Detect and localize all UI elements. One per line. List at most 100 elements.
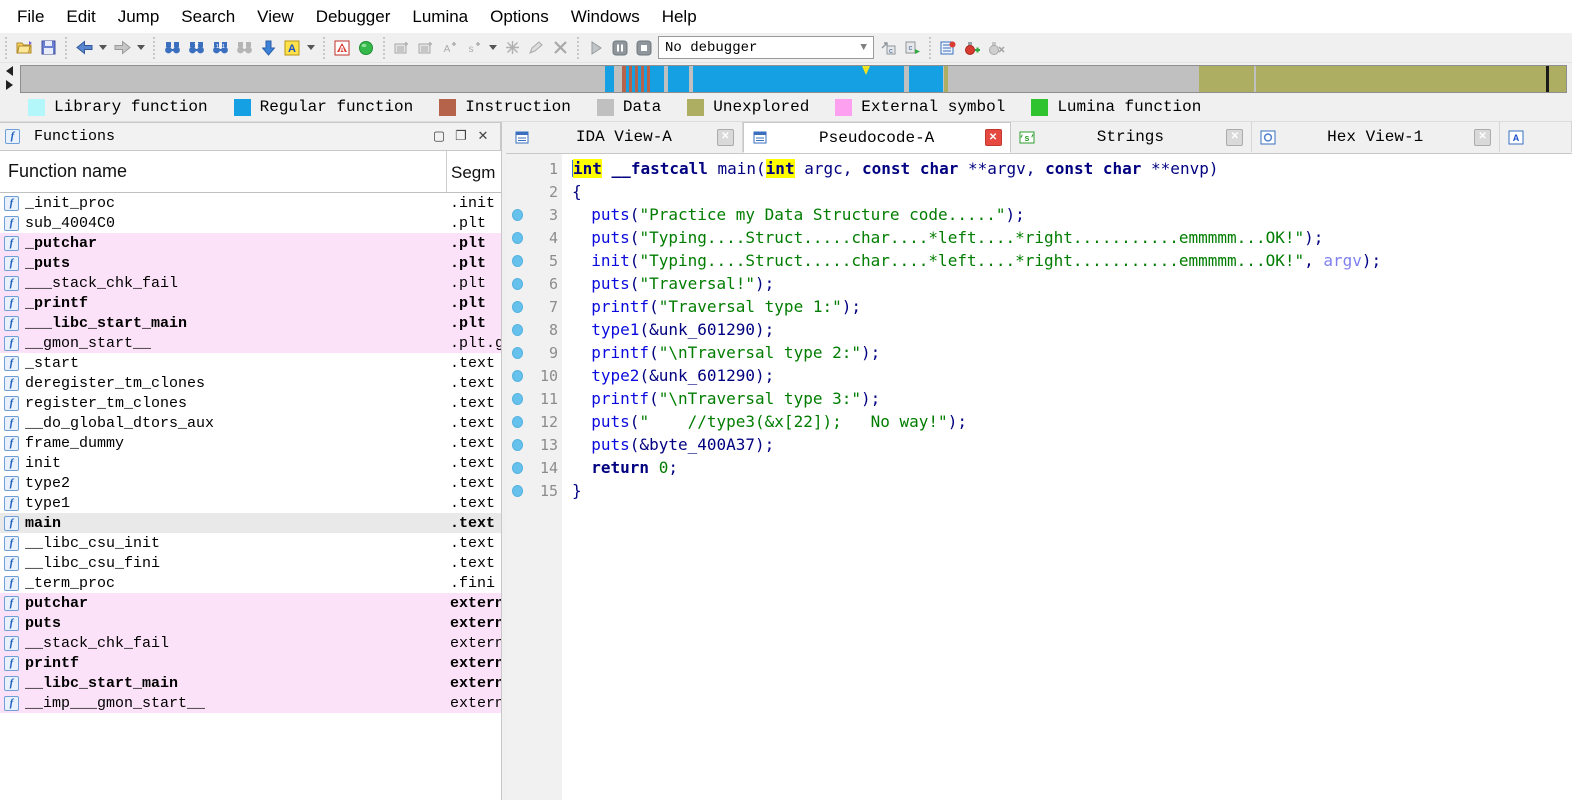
band-scroll-left-icon[interactable] [6,66,13,76]
close-icon[interactable]: ✕ [717,129,734,146]
band-scroll-right-icon[interactable] [6,80,13,90]
breakpoint-dot-icon[interactable] [512,209,523,221]
toolbar-drag-handle[interactable] [63,37,69,59]
breakpoint-dot-icon[interactable] [512,324,523,336]
menu-item-help[interactable]: Help [651,3,708,31]
band-scroll-arrows[interactable] [6,66,18,90]
make-name-button[interactable]: A [439,37,461,59]
close-icon[interactable]: ✕ [1226,129,1243,146]
menu-item-search[interactable]: Search [170,3,246,31]
maximize-button[interactable]: ▢ [428,127,450,147]
navigate-back-button[interactable] [73,37,95,59]
breakpoint-list-button[interactable] [937,37,959,59]
function-row[interactable]: f_puts.plt [0,253,501,273]
make-array-button[interactable] [501,37,523,59]
search-value-button[interactable]: 101 [209,37,231,59]
save-file-button[interactable] [37,37,59,59]
function-row[interactable]: f__gmon_start__.plt.g [0,333,501,353]
function-row[interactable]: fputsextern [0,613,501,633]
function-row[interactable]: ftype1.text [0,493,501,513]
function-row[interactable]: f__imp___gmon_start__extern [0,693,501,713]
function-row[interactable]: f_putchar.plt [0,233,501,253]
breakpoint-margin[interactable] [506,485,528,497]
function-row[interactable]: f_init_proc.init [0,193,501,213]
toolbar-drag-handle[interactable] [151,37,157,59]
search-again-button[interactable] [233,37,255,59]
jump-address-button[interactable] [257,37,279,59]
breakpoint-margin[interactable] [506,255,528,267]
close-icon[interactable]: ✕ [985,129,1002,146]
forward-history-dropdown[interactable] [137,45,145,50]
breakpoint-dot-icon[interactable] [512,485,523,497]
breakpoint-margin[interactable] [506,439,528,451]
breakpoint-margin[interactable] [506,209,528,221]
tab-hex-view-1[interactable]: Hex View-1✕ [1252,122,1500,152]
breakpoint-margin[interactable] [506,278,528,290]
menu-item-edit[interactable]: Edit [55,3,106,31]
breakpoint-margin[interactable] [506,347,528,359]
function-row[interactable]: f___stack_chk_fail.plt [0,273,501,293]
function-row[interactable]: finit.text [0,453,501,473]
make-struct-button[interactable]: s [463,37,485,59]
breakpoint-dot-icon[interactable] [512,370,523,382]
function-row[interactable]: f___libc_start_main.plt [0,313,501,333]
make-code-button[interactable] [391,37,413,59]
column-header-segment[interactable]: Segm [451,163,495,183]
function-row[interactable]: fderegister_tm_clones.text [0,373,501,393]
column-header-function-name[interactable]: Function name [8,161,127,182]
breakpoint-dot-icon[interactable] [512,347,523,359]
tab-ida-view-a[interactable]: IDA View-A✕ [506,122,743,152]
breakpoint-margin[interactable] [506,370,528,382]
toolbar-drag-handle[interactable] [927,37,933,59]
breakpoint-dot-icon[interactable] [512,393,523,405]
debugger-select[interactable]: No debugger ▼ [658,36,874,59]
navigate-forward-button[interactable] [111,37,133,59]
debugger-pause-button[interactable] [609,37,631,59]
breakpoint-dot-icon[interactable] [512,301,523,313]
function-row[interactable]: f__libc_csu_fini.text [0,553,501,573]
debugger-start-button[interactable] [585,37,607,59]
debugger-stop-button[interactable] [633,37,655,59]
function-row[interactable]: fsub_4004C0.plt [0,213,501,233]
function-row[interactable]: f__do_global_dtors_aux.text [0,413,501,433]
tab-pseudocode-a[interactable]: Pseudocode-A✕ [743,122,1011,153]
undefine-button[interactable] [549,37,571,59]
function-row[interactable]: fframe_dummy.text [0,433,501,453]
names-window-button[interactable]: A [281,37,303,59]
toolbar-drag-handle[interactable] [3,37,9,59]
breakpoint-dot-icon[interactable] [512,278,523,290]
menu-item-file[interactable]: File [6,3,55,31]
breakpoint-margin[interactable] [506,301,528,313]
breakpoint-dot-icon[interactable] [512,416,523,428]
function-row[interactable]: fputcharextern [0,593,501,613]
function-row[interactable]: f__libc_csu_init.text [0,533,501,553]
toolbar-drag-handle[interactable] [381,37,387,59]
function-row[interactable]: f_term_proc.fini [0,573,501,593]
function-row[interactable]: fmain.text [0,513,501,533]
menu-item-windows[interactable]: Windows [560,3,651,31]
attach-process-button[interactable]: c [877,37,899,59]
make-struct-dropdown[interactable] [489,45,497,50]
breakpoint-dot-icon[interactable] [512,462,523,474]
function-row[interactable]: fprintfextern [0,653,501,673]
breakpoint-dot-icon[interactable] [512,232,523,244]
close-icon[interactable]: ✕ [1474,129,1491,146]
function-row[interactable]: fregister_tm_clones.text [0,393,501,413]
toolbar-drag-handle[interactable] [575,37,581,59]
restore-button[interactable]: ❐ [450,127,472,147]
breakpoint-dot-icon[interactable] [512,255,523,267]
breakpoint-margin[interactable] [506,324,528,336]
tab-a-view[interactable]: A [1500,122,1572,152]
breakpoint-margin[interactable] [506,416,528,428]
function-row[interactable]: f_start.text [0,353,501,373]
open-file-button[interactable] [13,37,35,59]
function-row[interactable]: ftype2.text [0,473,501,493]
search-text-button[interactable]: T [185,37,207,59]
menu-item-debugger[interactable]: Debugger [305,3,402,31]
make-data-button[interactable] [415,37,437,59]
toolbar-drag-handle[interactable] [321,37,327,59]
menu-item-view[interactable]: View [246,3,305,31]
navigation-band[interactable] [20,65,1567,93]
menu-item-lumina[interactable]: Lumina [401,3,479,31]
run-to-cursor-button[interactable]: c [901,37,923,59]
